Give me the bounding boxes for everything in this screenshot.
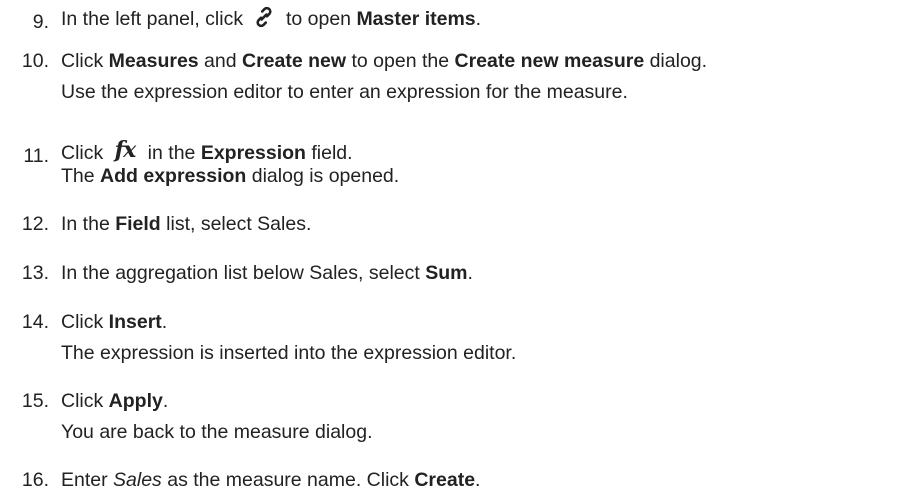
link-icon[interactable]	[253, 6, 275, 34]
step-text-part: .	[475, 469, 481, 491]
step-note: The expression is inserted into the expr…	[61, 342, 517, 364]
step-text-part: as the measure name. Click	[161, 469, 415, 491]
step-text-part: list, select Sales.	[160, 213, 312, 235]
step-text-part: In the aggregation list below Sales, sel…	[61, 262, 426, 284]
step-text-part: In the left panel, click	[61, 8, 249, 30]
step-number: 9.	[32, 11, 49, 33]
step-note: The Add expression dialog is opened.	[61, 164, 399, 188]
step-note-part: The	[61, 165, 101, 187]
step-text: Click Insert.	[61, 310, 167, 334]
ui-term: Create new measure	[454, 50, 645, 72]
step-note: Use the expression editor to enter an ex…	[61, 81, 628, 103]
step-text-part: field.	[305, 142, 353, 164]
ui-term: Sum	[425, 262, 468, 284]
step-text: Enter Sales as the measure name. Click C…	[61, 468, 480, 492]
step-number: 11.	[23, 145, 49, 167]
step-text-part: in the	[142, 142, 201, 164]
example-value: Sales	[113, 469, 162, 491]
step-text: In the aggregation list below Sales, sel…	[61, 261, 473, 285]
step-text: Click Apply.	[61, 389, 168, 413]
step-number: 15.	[21, 390, 49, 412]
ui-term: Add expression	[100, 165, 247, 187]
ui-term: Measures	[108, 50, 199, 72]
fx-icon[interactable]: fx	[115, 138, 137, 162]
step-text-part: Click	[61, 311, 109, 333]
step-text-part: dialog.	[644, 50, 708, 72]
step-text-part: .	[467, 262, 473, 284]
step-number: 16.	[21, 469, 49, 491]
ui-term: Field	[115, 213, 161, 235]
step-text-part: .	[162, 390, 169, 412]
step-text-part: and	[198, 50, 243, 72]
step-note-part: dialog is opened.	[246, 165, 400, 187]
step-text-part: In the	[61, 213, 116, 235]
ui-term: Apply	[108, 390, 163, 412]
ui-term: Create new	[242, 50, 347, 72]
instruction-list: 9. In the left panel, click to open Mast…	[0, 0, 905, 497]
step-text: In the left panel, click to open Master …	[61, 6, 481, 34]
ui-term: Create	[414, 469, 476, 491]
step-text-part: Enter	[61, 469, 114, 491]
ui-term: Master items	[356, 8, 476, 30]
ui-term: Expression	[200, 142, 306, 164]
ui-term: Insert	[108, 311, 162, 333]
step-text: In the Field list, select Sales.	[61, 212, 311, 236]
step-text: Click fx in the Expression field.	[61, 138, 353, 165]
step-text-part: Click	[61, 390, 109, 412]
step-text-part: to open	[280, 8, 357, 30]
step-text: Click Measures and Create new to open th…	[61, 49, 707, 73]
step-number: 12.	[21, 213, 49, 235]
step-number: 13.	[21, 262, 49, 284]
step-text-part: .	[161, 311, 168, 333]
step-note: You are back to the measure dialog.	[61, 421, 373, 443]
step-text-part: Click	[61, 50, 109, 72]
step-text-part: to open the	[346, 50, 455, 72]
step-number: 10.	[21, 50, 49, 72]
step-text-part: Click	[61, 142, 109, 164]
step-text-part: .	[475, 8, 482, 30]
step-number: 14.	[21, 311, 49, 333]
